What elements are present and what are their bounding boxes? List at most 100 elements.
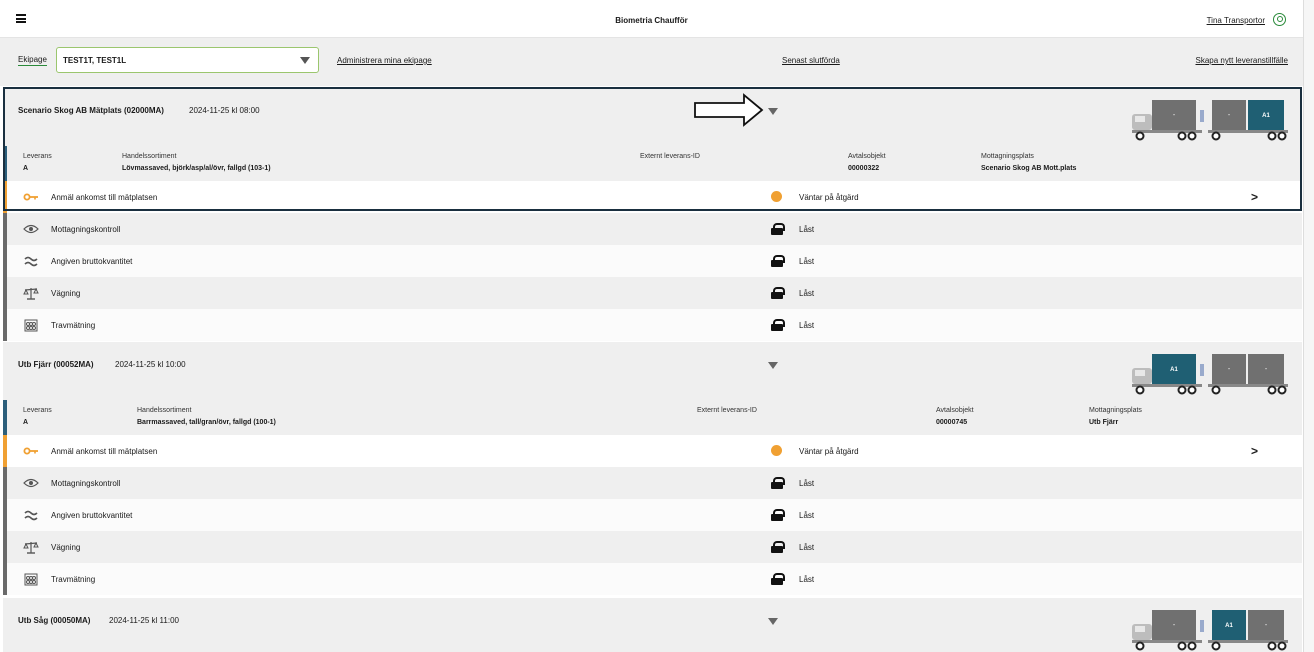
step-vagning: Vägning Låst: [3, 531, 1302, 563]
lock-icon: [771, 573, 785, 585]
key-icon: [23, 193, 38, 201]
step-label: Travmätning: [51, 321, 96, 330]
delivery-panel: Scenario Skog AB Mätplats (02000MA) 2024…: [3, 88, 1302, 341]
step-status: Låst: [799, 543, 815, 552]
step-label: Vägning: [51, 289, 81, 298]
handelssortiment-value: Lövmassaved, björk/asp/al/övr, fallgd (1…: [122, 165, 271, 172]
step-label: Angiven bruttokvantitet: [51, 511, 133, 520]
stack-measure-icon: [24, 319, 38, 332]
stack-measure-icon: [24, 573, 38, 586]
user-link[interactable]: Tina Transportor: [1207, 16, 1265, 25]
truck-box-label: A1: [1262, 113, 1270, 119]
delivery-title: Scenario Skog AB Mätplats (02000MA): [18, 106, 164, 115]
step-label: Travmätning: [51, 575, 96, 584]
administrera-link[interactable]: Administrera mina ekipage: [337, 56, 432, 65]
truck-box-label: A1: [1225, 623, 1233, 629]
externt-label: Externt leverans-ID: [640, 153, 700, 160]
delivery-info-row: Leverans A Handelssortiment Lövmassaved,…: [3, 146, 1302, 181]
step-angiven-bruttokvantitet: Angiven bruttokvantitet Låst: [3, 245, 1302, 277]
skapa-leveranstillfalle-link[interactable]: Skapa nytt leveranstillfälle: [1196, 56, 1289, 65]
lock-icon: [771, 509, 785, 521]
avtalsobjekt-label: Avtalsobjekt: [848, 153, 886, 160]
toolbar: Ekipage TEST1T, TEST1L Administrera mina…: [0, 38, 1303, 86]
delivery-panel: Utb Fjärr (00052MA) 2024-11-25 kl 10:00 …: [3, 342, 1302, 595]
step-mottagningskontroll: Mottagningskontroll Låst: [3, 213, 1302, 245]
chevron-right-icon[interactable]: >: [1251, 190, 1258, 204]
truck-icon: A1 - -: [1132, 354, 1288, 395]
truck-icon: - - A1: [1132, 100, 1288, 141]
top-bar: Biometria Chaufför Tina Transportor: [0, 0, 1303, 38]
leverans-label: Leverans: [23, 153, 52, 160]
handelssortiment-value: Barrmassaved, tall/gran/övr, fallgd (100…: [137, 419, 276, 426]
handelssortiment-label: Handelssortiment: [137, 407, 192, 414]
scrollbar[interactable]: [1303, 0, 1314, 652]
delivery-header[interactable]: Scenario Skog AB Mätplats (02000MA) 2024…: [3, 88, 1302, 146]
approx-icon: [24, 510, 38, 521]
ekipage-select[interactable]: TEST1T, TEST1L: [56, 47, 319, 73]
delivery-date: 2024-11-25 kl 11:00: [109, 616, 179, 625]
app-title: Biometria Chaufför: [615, 16, 688, 25]
delivery-date: 2024-11-25 kl 10:00: [115, 360, 186, 369]
step-label: Anmäl ankomst till mätplatsen: [51, 193, 158, 202]
delivery-header[interactable]: Utb Fjärr (00052MA) 2024-11-25 kl 10:00 …: [3, 342, 1302, 400]
step-label: Mottagningskontroll: [51, 479, 121, 488]
avtalsobjekt-value: 00000322: [848, 165, 880, 172]
leverans-label: Leverans: [23, 407, 52, 414]
mottagningsplats-value: Utb Fjärr: [1089, 419, 1119, 426]
lock-icon: [771, 287, 785, 299]
step-status: Låst: [799, 479, 815, 488]
delivery-header[interactable]: Utb Såg (00050MA) 2024-11-25 kl 11:00 - …: [3, 598, 1302, 652]
step-label: Vägning: [51, 543, 81, 552]
avtalsobjekt-value: 00000745: [936, 419, 968, 426]
senast-slutforda-link[interactable]: Senast slutförda: [782, 56, 840, 65]
mottagningsplats-value: Scenario Skog AB Mott.plats: [981, 165, 1077, 172]
lock-icon: [771, 255, 785, 267]
step-vagning: Vägning Låst: [3, 277, 1302, 309]
expand-caret-icon[interactable]: [768, 618, 778, 625]
step-angiven-bruttokvantitet: Angiven bruttokvantitet Låst: [3, 499, 1302, 531]
ekipage-value: TEST1T, TEST1L: [63, 56, 127, 65]
delivery-panel: Utb Såg (00050MA) 2024-11-25 kl 11:00 - …: [3, 598, 1302, 652]
user-icon[interactable]: [1273, 13, 1286, 26]
step-status: Låst: [799, 575, 815, 584]
chevron-right-icon[interactable]: >: [1251, 444, 1258, 458]
step-status: Väntar på åtgärd: [799, 193, 859, 202]
avtalsobjekt-label: Avtalsobjekt: [936, 407, 974, 414]
truck-box-label: A1: [1170, 367, 1178, 373]
step-status: Låst: [799, 289, 815, 298]
eye-icon: [23, 478, 39, 488]
scale-icon: [23, 541, 39, 554]
step-label: Anmäl ankomst till mätplatsen: [51, 447, 158, 456]
delivery-title: Utb Såg (00050MA): [18, 616, 91, 625]
step-anmal-ankomst[interactable]: Anmäl ankomst till mätplatsen Väntar på …: [3, 435, 1302, 467]
step-status: Låst: [799, 321, 815, 330]
handelssortiment-label: Handelssortiment: [122, 153, 177, 160]
key-icon: [23, 447, 38, 455]
approx-icon: [24, 256, 38, 267]
leverans-value: A: [23, 165, 29, 172]
leverans-value: A: [23, 419, 29, 426]
step-anmal-ankomst[interactable]: Anmäl ankomst till mätplatsen Väntar på …: [3, 181, 1302, 213]
eye-icon: [23, 224, 39, 234]
expand-caret-icon[interactable]: [768, 108, 778, 115]
lock-icon: [771, 477, 785, 489]
truck-icon: - A1 -: [1132, 610, 1288, 651]
chevron-down-icon: [300, 57, 310, 64]
expand-caret-icon[interactable]: [768, 362, 778, 369]
delivery-info-row: Leverans A Handelssortiment Barrmassaved…: [3, 400, 1302, 435]
pending-dot-icon: [771, 445, 782, 456]
pending-dot-icon: [771, 191, 782, 202]
lock-icon: [771, 541, 785, 553]
step-status: Låst: [799, 225, 815, 234]
lock-icon: [771, 319, 785, 331]
annotation-arrow-icon: [694, 93, 764, 127]
step-status: Låst: [799, 257, 815, 266]
step-travmatning: Travmätning Låst: [3, 563, 1302, 595]
externt-label: Externt leverans-ID: [697, 407, 757, 414]
mottagningsplats-label: Mottagningsplats: [1089, 407, 1142, 414]
mottagningsplats-label: Mottagningsplats: [981, 153, 1034, 160]
ekipage-label: Ekipage: [18, 55, 47, 66]
step-label: Mottagningskontroll: [51, 225, 121, 234]
delivery-title: Utb Fjärr (00052MA): [18, 360, 94, 369]
delivery-date: 2024-11-25 kl 08:00: [189, 106, 260, 115]
